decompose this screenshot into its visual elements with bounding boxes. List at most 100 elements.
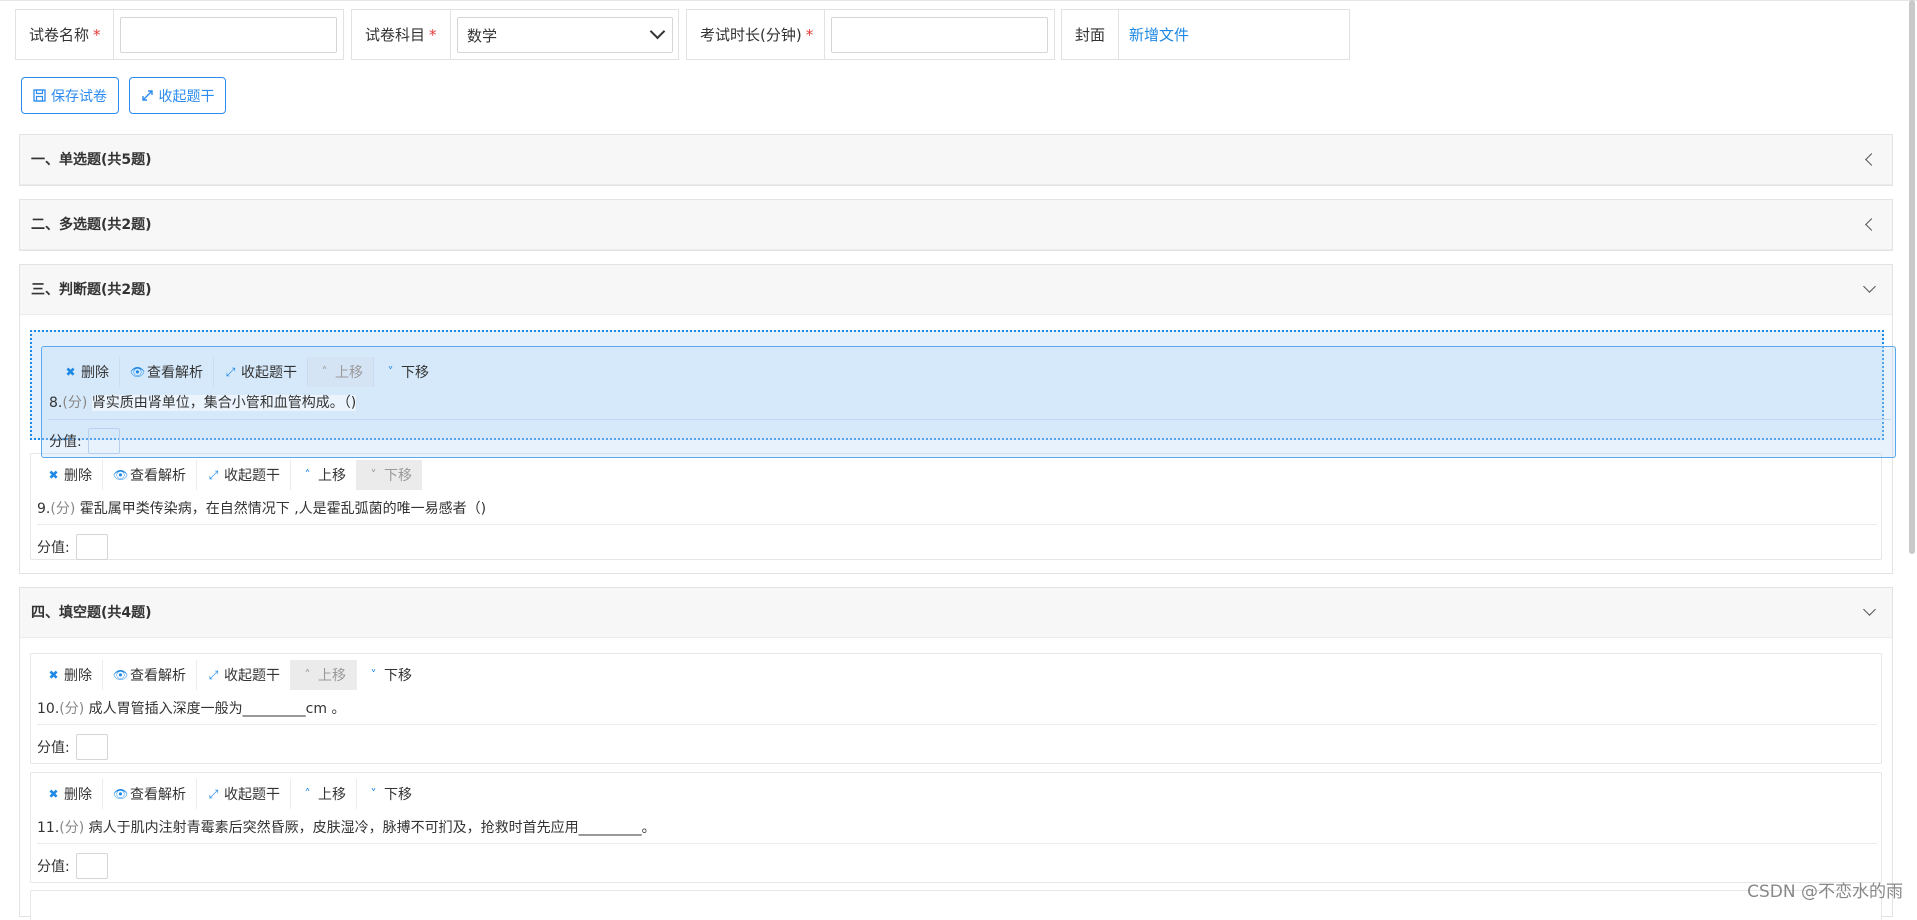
question-card-9: ✖ 删除 👁 查看解析 ⤢ 收起题干 ˄ 上移 ˅ 下移 9.(分) 霍乱属甲类传染病，在…: [30, 453, 1882, 560]
chevron-up-icon: ˄: [304, 668, 311, 682]
view-analysis-label: 查看解析: [130, 787, 186, 803]
question-toolbar: ✖ 删除 👁 查看解析 ⤢ 收起题干 ˄ 上移 ˅ 下移: [37, 460, 422, 490]
move-down-button[interactable]: ˅ 下移: [357, 660, 422, 690]
score-label: 分值:: [37, 540, 70, 556]
close-icon: ✖: [48, 668, 59, 682]
move-down-label: 下移: [384, 787, 412, 803]
move-up-button[interactable]: ˄ 上移: [308, 357, 374, 387]
score-label: 分值:: [37, 740, 70, 756]
save-icon: [33, 89, 46, 102]
divider: [48, 419, 1891, 420]
move-up-button[interactable]: ˄ 上移: [291, 779, 357, 809]
move-up-label: 上移: [318, 787, 346, 803]
collapse-stem-label: 收起题干: [241, 365, 297, 381]
chevron-up-icon: ˄: [304, 787, 311, 801]
subject-select[interactable]: 数学: [457, 17, 673, 53]
required-star: *: [93, 25, 101, 44]
chevron-down-icon: ˅: [370, 668, 377, 682]
section-header[interactable]: 一、单选题(共5题): [20, 135, 1892, 185]
section-header[interactable]: 四、填空题(共4题): [20, 588, 1892, 638]
collapse-stem-label: 收起题干: [224, 468, 280, 484]
delete-button[interactable]: ✖ 删除: [54, 357, 120, 387]
move-down-label: 下移: [384, 668, 412, 684]
chevron-down-icon: ˅: [387, 365, 394, 379]
section-header[interactable]: 三、判断题(共2题): [20, 265, 1892, 315]
exam-duration-label: 考试时长(分钟) *: [687, 10, 825, 59]
question-toolbar: ✖ 删除 👁 查看解析 ⤢ 收起题干 ˄ 上移 ˅ 下移: [37, 779, 422, 809]
add-file-link[interactable]: 新增文件: [1129, 10, 1189, 59]
chevron-down-icon[interactable]: [1863, 603, 1876, 616]
chevron-left-icon[interactable]: [1865, 218, 1878, 231]
delete-label: 删除: [64, 668, 92, 684]
move-down-button[interactable]: ˅ 下移: [357, 779, 422, 809]
section-title: 三、判断题(共2题): [31, 282, 152, 298]
chevron-down-icon: ˅: [370, 787, 377, 801]
chevron-down-icon[interactable]: [1863, 280, 1876, 293]
view-analysis-button[interactable]: 👁 查看解析: [103, 779, 197, 809]
question-points: (分): [59, 820, 85, 836]
cover-label: 封面: [1062, 10, 1119, 59]
question-stem: 成人胃管插入深度一般为_________cm 。: [88, 701, 346, 717]
expand-arrows-icon: ⤢: [208, 786, 219, 801]
exam-duration-input[interactable]: [831, 17, 1048, 53]
view-analysis-label: 查看解析: [130, 468, 186, 484]
subject-select-value: 数学: [467, 26, 498, 45]
question-card-8-dragging[interactable]: ✖ 删除 👁 查看解析 ⤢ 收起题干 ˄ 上移 ˅ 下移 8.(分) 肾实质由肾单位，集合…: [41, 346, 1896, 458]
collapse-stem-button[interactable]: ⤢ 收起题干: [197, 660, 291, 690]
view-analysis-button[interactable]: 👁 查看解析: [120, 357, 214, 387]
move-up-button[interactable]: ˄ 上移: [291, 660, 357, 690]
top-border: [0, 0, 1917, 1]
collapse-stems-button[interactable]: 收起题干: [129, 77, 226, 114]
question-text: 9.(分) 霍乱属甲类传染病，在自然情况下 ,人是霍乱弧菌的唯一易感者（): [37, 498, 486, 518]
question-toolbar: ✖ 删除 👁 查看解析 ⤢ 收起题干 ˄ 上移 ˅ 下移: [54, 357, 439, 387]
score-label: 分值:: [49, 434, 82, 450]
vertical-scrollbar[interactable]: [1909, 0, 1915, 554]
chevron-down-icon: [649, 23, 666, 40]
collapse-stem-button[interactable]: ⤢ 收起题干: [197, 460, 291, 490]
move-up-label: 上移: [318, 468, 346, 484]
eye-icon: 👁: [113, 787, 129, 801]
score-input[interactable]: [75, 853, 108, 879]
question-stem: 霍乱属甲类传染病，在自然情况下 ,人是霍乱弧菌的唯一易感者（): [79, 501, 487, 517]
question-stem: 病人于肌内注射青霉素后突然昏厥，皮肤湿冷，脉搏不可扪及，抢救时首先应用_____…: [88, 820, 656, 836]
question-text: 10.(分) 成人胃管插入深度一般为_________cm 。: [37, 698, 345, 718]
question-text: 11.(分) 病人于肌内注射青霉素后突然昏厥，皮肤湿冷，脉搏不可扪及，抢救时首先…: [37, 817, 656, 837]
view-analysis-button[interactable]: 👁 查看解析: [103, 460, 197, 490]
save-paper-button[interactable]: 保存试卷: [21, 77, 119, 114]
expand-arrows-icon: ⤢: [208, 667, 219, 682]
score-input[interactable]: [87, 428, 120, 454]
question-number: 9.: [37, 501, 51, 517]
score-input[interactable]: [75, 734, 108, 760]
paper-name-input[interactable]: [120, 17, 337, 53]
collapse-stem-button[interactable]: ⤢ 收起题干: [214, 357, 308, 387]
paper-name-label: 试卷名称 *: [16, 10, 114, 59]
paper-name-field: 试卷名称 *: [15, 9, 344, 60]
watermark: CSDN @不恋水的雨: [1747, 882, 1903, 902]
delete-button[interactable]: ✖ 删除: [37, 779, 103, 809]
collapse-stem-button[interactable]: ⤢ 收起题干: [197, 779, 291, 809]
exam-duration-field: 考试时长(分钟) *: [686, 9, 1055, 60]
move-down-button[interactable]: ˅ 下移: [374, 357, 439, 387]
move-up-button[interactable]: ˄ 上移: [291, 460, 357, 490]
question-card-10: ✖ 删除 👁 查看解析 ⤢ 收起题干 ˄ 上移 ˅ 下移 10.(分) 成人胃管插入深度一…: [30, 653, 1882, 764]
delete-label: 删除: [64, 787, 92, 803]
question-number: 10.: [37, 701, 60, 717]
expand-arrows-icon: [141, 90, 153, 101]
delete-button[interactable]: ✖ 删除: [37, 660, 103, 690]
move-down-button[interactable]: ˅ 下移: [357, 460, 422, 490]
chevron-up-icon: ˄: [304, 468, 311, 482]
delete-label: 删除: [64, 468, 92, 484]
question-toolbar: ✖ 删除 👁 查看解析 ⤢ 收起题干 ˄ 上移 ˅ 下移: [37, 660, 422, 690]
close-icon: ✖: [48, 787, 59, 801]
chevron-left-icon[interactable]: [1865, 153, 1878, 166]
eye-icon: 👁: [113, 668, 129, 682]
section-header[interactable]: 二、多选题(共2题): [20, 200, 1892, 250]
score-row: 分值:: [37, 734, 108, 760]
required-star: *: [805, 25, 814, 44]
score-row: 分值:: [49, 428, 120, 454]
question-points: (分): [59, 701, 85, 717]
score-row: 分值:: [37, 853, 108, 879]
view-analysis-button[interactable]: 👁 查看解析: [103, 660, 197, 690]
delete-button[interactable]: ✖ 删除: [37, 460, 103, 490]
score-input[interactable]: [75, 534, 108, 560]
